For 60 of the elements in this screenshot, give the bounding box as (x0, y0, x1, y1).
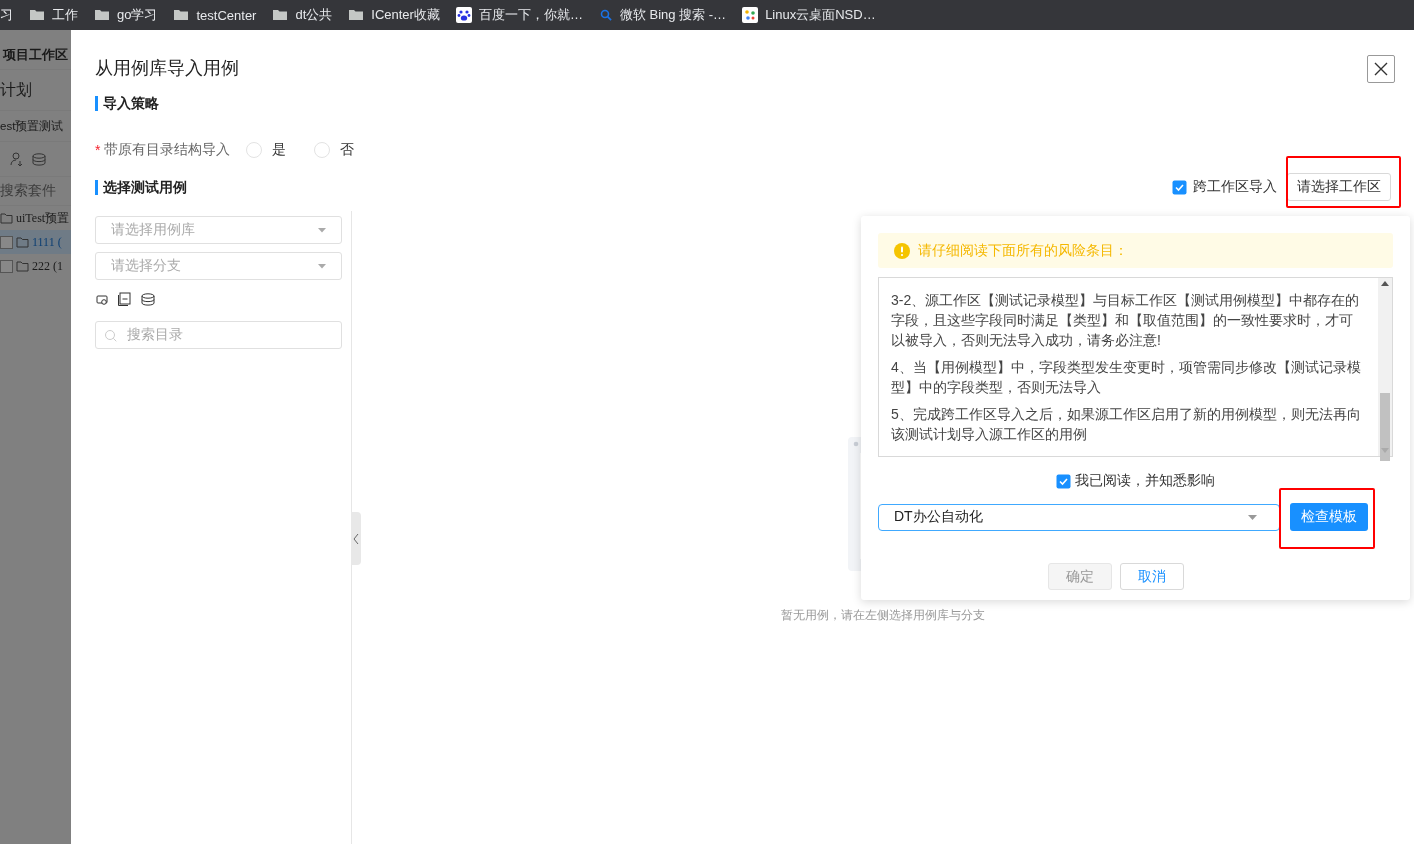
section-heading: 导入策略 (95, 96, 1414, 111)
folder-icon (272, 7, 289, 23)
scrollbar-thumb[interactable] (1380, 393, 1390, 461)
workspace-button[interactable]: 请选择工作区 (1287, 173, 1391, 201)
folder-icon (94, 7, 110, 23)
caret-icon (1248, 514, 1257, 520)
checkbox[interactable] (0, 259, 13, 273)
stack-icon[interactable] (141, 292, 155, 306)
app-icon (742, 7, 759, 23)
close-icon (1374, 62, 1388, 76)
tree-label: 222 (1 (32, 258, 63, 274)
checkbox[interactable] (0, 235, 13, 249)
bookmark[interactable]: Linux云桌面NSD… (734, 6, 884, 24)
drawer-title: 从用例库导入用例 (95, 57, 239, 80)
field-label: 带原有目录结构导入 (104, 141, 231, 159)
required-mark: * (95, 142, 101, 158)
checkbox[interactable] (1172, 179, 1187, 195)
bookmark[interactable]: 工作 (21, 6, 86, 24)
tree-row[interactable]: 222 (1 (0, 254, 71, 278)
folder-view-icon[interactable] (96, 293, 108, 305)
folder-icon (16, 236, 29, 248)
section-heading: 选择测试用例 (95, 179, 187, 195)
plan-name: est预置测试 (0, 118, 65, 134)
empty-message: 暂无用例，请在左侧选择用例库与分支 (781, 607, 985, 624)
bookmark[interactable]: 习 (0, 6, 21, 24)
risk-item: 4、当【用例模型】中，字段类型发生变更时，项管需同步修改【测试记录模型】中的字段类型，否则无法导入 (891, 358, 1362, 397)
warning-alert: 请仔细阅读下面所有的风险条目： (878, 233, 1393, 268)
tree-label: 1111 ( (32, 234, 62, 250)
radio-label: 是 (272, 141, 287, 159)
warning-icon (894, 242, 910, 259)
scroll-up-icon[interactable] (1381, 281, 1389, 286)
radio-label: 否 (340, 141, 355, 159)
caret-icon (318, 227, 326, 233)
stack-icon (32, 152, 46, 166)
folder-icon (173, 7, 190, 23)
bookmark[interactable]: ICenter收藏 (340, 6, 448, 24)
checkbox[interactable] (1056, 473, 1071, 489)
bookmark[interactable]: go学习 (86, 6, 166, 24)
bookmark[interactable]: testCenter (165, 7, 265, 23)
person-icon (10, 152, 23, 166)
chevron-left-icon (353, 532, 359, 545)
caret-icon (318, 263, 326, 269)
risk-item: 5、完成跨工作区导入之后，如果源工作区启用了新的用例模型，则无法再向该测试计划导入源工作区的用例 (891, 405, 1362, 444)
tree-label: uiTest预置 (16, 209, 70, 227)
copy-icon[interactable] (118, 292, 131, 306)
checkbox-label: 我已阅读，并知悉影响 (1075, 472, 1215, 490)
bookmark[interactable]: 微软 Bing 搜索 -… (590, 6, 735, 24)
folder-icon (16, 260, 29, 272)
folder-icon (29, 7, 45, 23)
search-icon (598, 8, 613, 22)
bookmark[interactable]: 百度一下，你就… (447, 6, 591, 24)
search-icon (104, 328, 117, 342)
bookmark[interactable]: dt公共 (264, 6, 341, 24)
risk-item: 3-2、源工作区【测试记录模型】与目标工作区【测试用例模型】中都存在的字段，且这些字段同时满足【类型】和【取值范围】的一致性要求时，才可以被导入，否则无法导入成功，请务必注意! (891, 291, 1361, 350)
checkbox-label: 跨工作区导入 (1193, 178, 1277, 196)
collapse-handle[interactable] (351, 512, 361, 565)
folder-icon (0, 212, 13, 224)
paw-icon (455, 7, 472, 23)
folder-icon (348, 7, 365, 23)
close-button[interactable] (1367, 55, 1395, 83)
